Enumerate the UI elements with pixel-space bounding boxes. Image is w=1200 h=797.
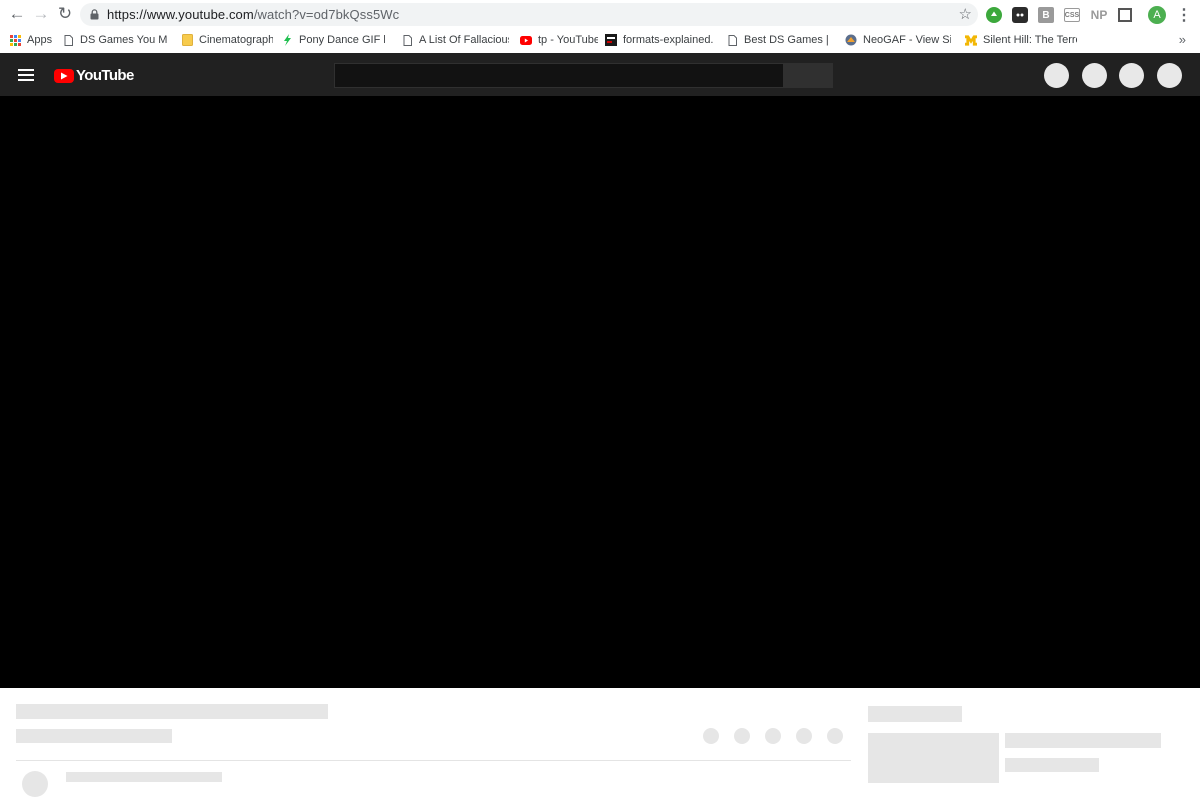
bookmarks-bar: Apps DS Games You Might Cinematography P…	[0, 29, 1200, 51]
back-button[interactable]: ←	[4, 1, 30, 27]
bookmark-label: A List Of Fallacious A	[419, 34, 509, 46]
header-action-placeholder[interactable]	[1157, 63, 1182, 88]
back-arrow-icon: ←	[8, 4, 26, 23]
giphy-icon	[281, 34, 293, 46]
green-extension-icon[interactable]	[986, 7, 1002, 23]
related-title-placeholder	[1005, 733, 1161, 748]
browser-toolbar: ← → ↻ https://www.youtube.com/watch?v=od…	[0, 0, 1200, 29]
video-player[interactable]	[0, 96, 1200, 688]
bookmark-fallacious[interactable]: A List Of Fallacious A	[401, 29, 509, 51]
bookmarks-overflow-icon[interactable]: »	[1179, 32, 1186, 47]
extensions-area: B CSS NP A ⋮	[986, 4, 1192, 26]
bookmark-label: DS Games You Might	[80, 34, 168, 46]
bookmark-star-icon[interactable]: ☆	[959, 5, 972, 23]
header-action-placeholder[interactable]	[1119, 63, 1144, 88]
channel-avatar-placeholder	[22, 771, 48, 797]
header-action-placeholder[interactable]	[1044, 63, 1069, 88]
bookmark-ds-games[interactable]: DS Games You Might	[62, 29, 168, 51]
video-meta-placeholder	[16, 729, 172, 743]
bookmark-apps[interactable]: Apps	[9, 29, 57, 51]
bookmark-cinematography[interactable]: Cinematography	[181, 29, 273, 51]
forward-button[interactable]: →	[28, 1, 54, 27]
channel-name-placeholder	[66, 772, 222, 782]
address-bar[interactable]: https://www.youtube.com/watch?v=od7bkQss…	[80, 3, 978, 26]
square-extension-icon[interactable]	[1118, 8, 1132, 22]
youtube-play-icon	[54, 68, 74, 83]
bookmark-label: Silent Hill: The Terror	[983, 34, 1077, 46]
action-button-placeholder	[765, 728, 781, 744]
lock-icon	[90, 9, 99, 20]
hamburger-menu-icon[interactable]	[18, 69, 34, 81]
action-button-placeholder	[796, 728, 812, 744]
page-icon	[401, 34, 413, 46]
youtube-search-input[interactable]	[334, 63, 785, 88]
action-button-placeholder	[703, 728, 719, 744]
browser-menu-icon[interactable]: ⋮	[1176, 5, 1192, 25]
apps-grid-icon	[9, 34, 21, 46]
sidebar-heading-placeholder	[868, 706, 962, 722]
bookmark-silent-hill[interactable]: Silent Hill: The Terror	[965, 29, 1077, 51]
formats-icon	[605, 34, 617, 46]
url-path: /watch?v=od7bkQss5Wc	[253, 7, 400, 22]
bookmark-neogaf[interactable]: NeoGAF - View Singl	[845, 29, 951, 51]
dark-extension-icon[interactable]	[1012, 7, 1028, 23]
video-title-placeholder	[16, 704, 328, 719]
bookmark-label: NeoGAF - View Singl	[863, 34, 951, 46]
reload-icon: ↻	[57, 4, 73, 23]
youtube-search-button[interactable]	[783, 63, 833, 88]
url-text: https://www.youtube.com/watch?v=od7bkQss…	[107, 7, 399, 22]
reload-button[interactable]: ↻	[52, 1, 78, 27]
page-icon	[726, 34, 738, 46]
youtube-header: YouTube	[0, 53, 1200, 96]
profile-avatar[interactable]: A	[1148, 6, 1166, 24]
youtube-icon	[520, 34, 532, 46]
bookmark-label: Cinematography	[199, 34, 273, 46]
bookmark-label: Apps	[27, 34, 53, 46]
youtube-wordmark: YouTube	[76, 67, 134, 84]
header-action-placeholder[interactable]	[1082, 63, 1107, 88]
bookmark-tp-youtube[interactable]: tp - YouTube	[520, 29, 598, 51]
bookmark-formats-explained[interactable]: formats-explained.ht	[605, 29, 713, 51]
css-extension-icon[interactable]: CSS	[1064, 8, 1080, 22]
related-meta-placeholder	[1005, 758, 1099, 772]
url-origin: https://www.youtube.com	[107, 7, 254, 22]
bookmark-pony-dance[interactable]: Pony Dance GIF by -	[281, 29, 385, 51]
youtube-logo[interactable]: YouTube	[54, 67, 134, 84]
forward-arrow-icon: →	[32, 4, 50, 23]
bookmark-label: formats-explained.ht	[623, 34, 713, 46]
content-divider	[16, 760, 851, 761]
m-logo-icon	[965, 34, 977, 46]
bookmark-best-ds-games[interactable]: Best DS Games | Gam	[726, 29, 832, 51]
bookmark-label: tp - YouTube	[538, 34, 598, 46]
bookmark-label: Best DS Games | Gam	[744, 34, 832, 46]
action-button-placeholder	[827, 728, 843, 744]
neogaf-icon	[845, 34, 857, 46]
bookmark-label: Pony Dance GIF by -	[299, 34, 385, 46]
np-extension-icon[interactable]: NP	[1090, 7, 1108, 23]
page-icon	[62, 34, 74, 46]
b-extension-icon[interactable]: B	[1038, 7, 1054, 23]
folder-icon	[181, 34, 193, 46]
action-button-placeholder	[734, 728, 750, 744]
